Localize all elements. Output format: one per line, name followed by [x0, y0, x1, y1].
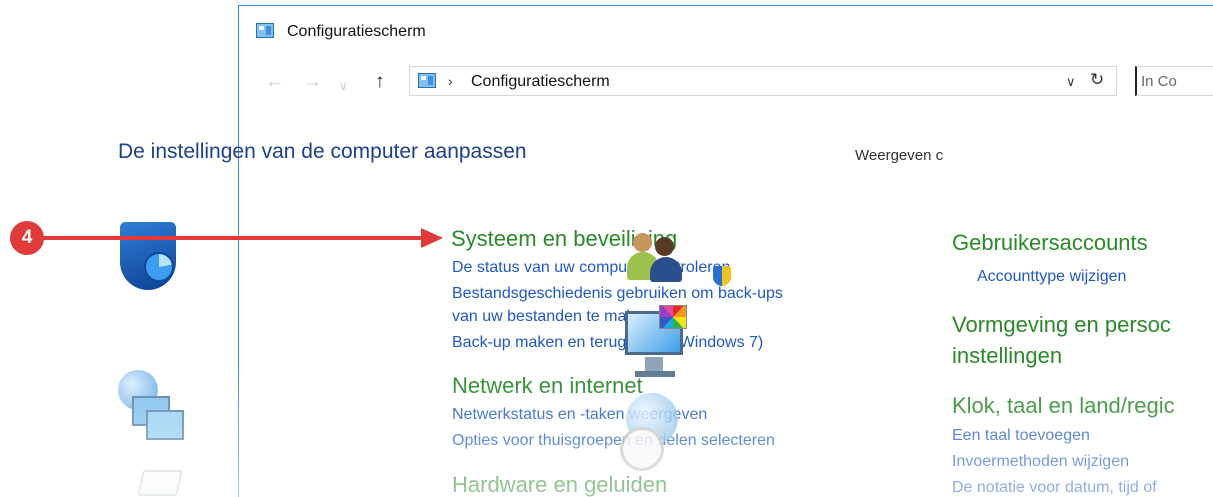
back-arrow-icon[interactable]: ←	[265, 70, 284, 94]
category-clock-region[interactable]: Klok, taal en land/regic	[952, 393, 1175, 419]
category-hardware-sound[interactable]: Hardware en geluiden	[452, 472, 667, 497]
clock-icon	[620, 427, 664, 471]
category-appearance[interactable]: Vormgeving en persoc	[952, 312, 1171, 338]
recent-locations-chevron-icon[interactable]: ∨	[339, 74, 348, 98]
link-backup-restore[interactable]: Back-up maken en terugzetten (Windows 7)	[452, 334, 763, 352]
annotation-arrow-line	[40, 236, 425, 240]
control-panel-icon	[418, 73, 436, 88]
link-add-language[interactable]: Een taal toevoegen	[952, 427, 1090, 445]
window-title: Configuratiescherm	[287, 23, 426, 40]
title-bar: Configuratiescherm	[239, 6, 1213, 54]
breadcrumb-configuratiescherm[interactable]: Configuratiescherm	[471, 73, 610, 91]
category-appearance-line2[interactable]: instellingen	[952, 343, 1062, 369]
address-bar[interactable]: › Configuratiescherm ∨ ↻	[409, 66, 1117, 96]
link-input-methods[interactable]: Invoermethoden wijzigen	[952, 453, 1129, 471]
appearance-monitor-icon[interactable]	[623, 305, 689, 385]
control-panel-icon	[256, 23, 274, 38]
forward-arrow-icon[interactable]: →	[303, 70, 322, 94]
link-file-history[interactable]: Bestandsgeschiedenis gebruiken om back-u…	[452, 285, 783, 303]
up-arrow-icon[interactable]: ↑	[375, 70, 385, 94]
uac-shield-icon	[713, 266, 731, 286]
navigation-bar: ← → ∨ ↑ › Configuratiescherm ∨ ↻ In Co	[239, 64, 1213, 102]
view-by-label[interactable]: Weergeven c	[855, 147, 943, 164]
breadcrumb-separator-icon[interactable]: ›	[448, 73, 453, 89]
refresh-icon[interactable]: ↻	[1090, 70, 1104, 90]
address-dropdown-icon[interactable]: ∨	[1066, 74, 1076, 90]
network-globe-icon[interactable]	[118, 370, 188, 452]
clock-globe-icon[interactable]	[620, 393, 690, 473]
annotation-arrow-head	[421, 228, 443, 248]
page-title: De instellingen van de computer aanpasse…	[118, 140, 527, 163]
link-homegroup-sharing[interactable]: Opties voor thuisgroepen en delen select…	[452, 432, 775, 450]
link-change-account-type[interactable]: Accounttype wijzigen	[977, 268, 1126, 286]
users-icon[interactable]	[626, 227, 684, 282]
hardware-printer-icon[interactable]	[126, 464, 186, 497]
step-number-badge: 4	[10, 221, 44, 255]
color-palette-icon	[659, 305, 687, 329]
link-check-computer-status[interactable]: De status van uw computer controleren	[452, 259, 730, 277]
link-date-time-format[interactable]: De notatie voor datum, tijd of	[952, 479, 1157, 497]
security-shield-icon[interactable]	[120, 222, 176, 290]
category-user-accounts[interactable]: Gebruikersaccounts	[952, 230, 1148, 256]
category-network-internet[interactable]: Netwerk en internet	[452, 373, 643, 399]
search-input[interactable]: In Co	[1135, 66, 1213, 96]
pie-chart-icon	[144, 252, 174, 282]
